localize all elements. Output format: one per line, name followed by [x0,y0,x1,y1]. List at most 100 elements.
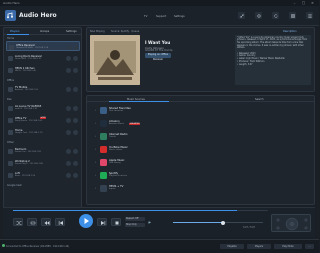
more-icon[interactable] [73,86,78,92]
group-header[interactable]: Den [7,98,12,101]
grid-icon[interactable] [289,12,296,19]
volume-knob[interactable] [220,220,225,225]
player-item[interactable]: Living Room Receiver Denon AVR · 192.168… [6,53,80,63]
music-source-item[interactable]: › Shared Favorites Your favorites [95,105,175,115]
group-header[interactable]: Google Cast [7,184,22,187]
group-header[interactable]: Other [7,141,14,144]
speaker-icon [8,160,13,166]
players-button[interactable]: Players [247,244,271,249]
more-icon[interactable] [73,55,78,61]
track-description: "I Want You" is a song by American count… [235,35,311,85]
header-link-tv[interactable]: TV [144,15,147,18]
player-details: HEOS · 192.168.1.40 [15,70,36,73]
power-icon[interactable] [66,117,71,123]
progress-bar[interactable] [13,210,268,211]
shuffle-button[interactable] [13,218,23,226]
chevron-right-icon[interactable]: › [95,147,96,151]
chevron-right-icon[interactable]: › [95,186,96,190]
group-header[interactable]: Home [7,37,14,40]
tab-settings[interactable]: Settings [66,30,77,33]
more-icon[interactable] [73,67,78,73]
power-icon[interactable] [66,129,71,135]
player-item[interactable]: Office Receiver Yamaha RX-V685 · 192.168… [6,41,80,51]
source-description: Your library [109,162,121,165]
chevron-right-icon[interactable]: › [95,134,96,138]
tab-search[interactable]: Search [255,98,264,101]
player-item[interactable]: Home Google Cast · 192.168.1.70 [6,127,80,137]
browse-panel: Music Sources Search › Shared Favorites Yo… [86,95,315,205]
player-item[interactable]: TV Mobile Android · 192.168.1.52 [6,84,80,94]
refresh-icon[interactable] [272,12,279,19]
chevron-right-icon[interactable]: › [95,121,96,125]
more-icon[interactable] [73,105,78,111]
menu-icon[interactable] [306,12,313,19]
repeat-mode-select[interactable]: Repeat: Off [125,217,145,221]
chevron-right-icon[interactable]: › [95,173,96,177]
more-icon[interactable] [73,117,78,123]
brand-badge: SONY [40,116,47,119]
player-item[interactable]: Workshop 2 Sonos Play:1 · 192.168.1.85 [6,158,80,168]
more-icon[interactable] [73,148,78,154]
chevron-right-icon[interactable]: › [95,108,96,112]
power-icon[interactable] [66,148,71,154]
header-link-settings[interactable]: Settings [174,15,185,18]
more-icon[interactable] [73,160,78,166]
link-icon[interactable] [238,12,245,19]
power-icon[interactable] [66,105,71,111]
music-source-item[interactable]: › Internet Radio TuneIn [95,131,175,141]
group-header[interactable]: Office [7,79,14,82]
music-source-item[interactable]: › Spotify Playlists & artists [95,170,175,180]
track-album[interactable]: Ghosts Of The Divide [145,49,172,52]
previous-button[interactable] [55,218,65,226]
chevron-right-icon[interactable]: › [95,160,96,164]
connection-status-icon [2,244,5,247]
cast-icon [8,129,13,135]
source-description: Music videos [109,149,123,152]
overflow-button[interactable]: ⋯ [305,244,314,249]
music-source-item[interactable]: › Apple Music Your library [95,157,175,167]
more-icon[interactable] [73,172,78,178]
speaker-icon [9,44,14,50]
power-icon[interactable] [66,86,71,92]
source-icon [100,119,107,127]
active-tab-indicator [7,33,29,35]
power-icon[interactable] [66,55,71,61]
player-details: Sony Bravia · 192.168.1.63 [15,120,43,123]
status-bar: Connected to Office Receiver (RX-V685 · … [0,239,319,253]
player-item[interactable]: HEOS 1 Kitchen HEOS · 192.168.1.40 [6,65,80,75]
stop-button[interactable] [111,218,121,226]
power-icon[interactable] [66,67,71,73]
power-icon[interactable] [66,172,71,178]
power-icon[interactable] [67,44,72,50]
player-item[interactable]: LG Luxus TV OLED65 webOS · 192.168.1.61 [6,103,80,113]
remote-control-pad[interactable] [271,214,311,232]
repeat-button[interactable] [27,218,37,226]
play-mode-button[interactable]: Play Mode [274,244,302,249]
playing-on-badge[interactable]: Playing on: Office Receiver [145,53,171,61]
header-link-support[interactable]: Support [156,15,166,18]
music-source-item[interactable]: › YouTube Music Music videos [95,144,175,154]
more-icon[interactable] [73,129,78,135]
next-button[interactable] [97,218,107,226]
album-cover [90,35,140,85]
source-label: Source: Spotify · Queue [111,30,140,33]
source-icon [100,158,107,166]
player-item[interactable]: Loft Bose · 192.168.1.90 [6,170,80,180]
volume-icon[interactable]: 🔈 [148,220,152,224]
player-item[interactable]: Bedroom Sonos One · 192.168.1.81 [6,146,80,156]
player-details: Sonos Play:1 · 192.168.1.85 [15,163,43,166]
players-tabs: Players Groups Settings [4,28,81,35]
volume-slider[interactable] [173,220,263,225]
player-item[interactable]: Office TV Sony Bravia · 192.168.1.63 SON… [6,115,80,125]
output-mode-select[interactable]: Stop Only [125,223,145,227]
more-icon[interactable] [74,44,79,50]
play-button[interactable] [79,214,93,228]
playable-button[interactable]: Playable [220,244,244,249]
settings-icon[interactable] [255,12,262,19]
speaker-icon [8,55,13,61]
tab-groups[interactable]: Groups [40,30,49,33]
rewind-button[interactable] [41,218,51,226]
music-source-item[interactable]: › HEOS + TV Inputs [95,183,175,193]
music-source-item[interactable]: › Amazon Amazon Music UNLIMITED [95,118,175,128]
power-icon[interactable] [66,160,71,166]
